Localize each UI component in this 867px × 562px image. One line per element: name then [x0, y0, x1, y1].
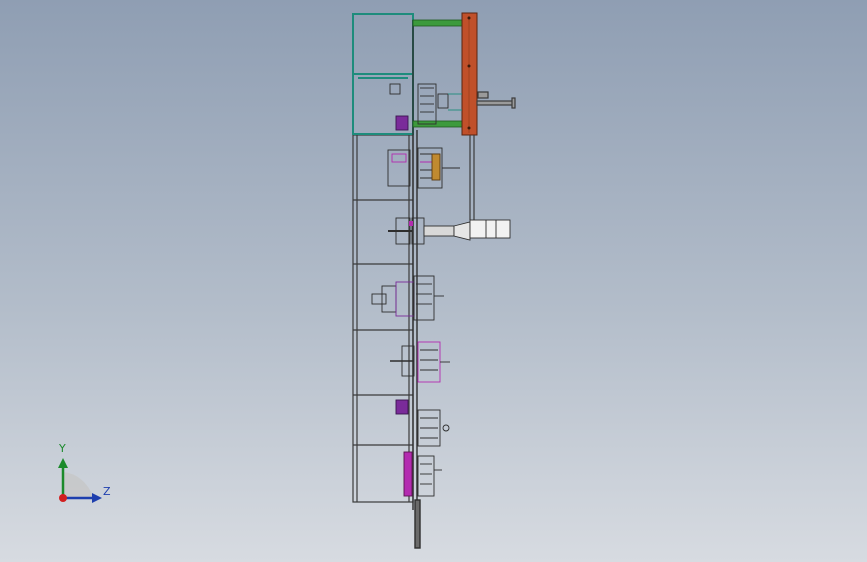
assembly-model[interactable]: [0, 0, 867, 562]
station-2: [388, 217, 511, 245]
station-1: [387, 147, 460, 189]
station-6: [403, 451, 442, 497]
z-arrow-icon: [92, 493, 102, 503]
main-frame: [352, 134, 414, 503]
orientation-triad: [58, 458, 102, 503]
green-cross-bars: [412, 19, 464, 128]
station-5: [395, 399, 450, 447]
station-3: [371, 275, 444, 321]
triad-plane: [63, 472, 94, 498]
station-4: [390, 341, 450, 383]
orange-plate: [461, 12, 478, 136]
origin-icon: [59, 494, 67, 502]
z-axis-label: Z: [103, 485, 111, 498]
y-arrow-icon: [58, 458, 68, 468]
cad-viewport[interactable]: Y Z: [0, 0, 867, 562]
y-axis-label: Y: [59, 442, 66, 455]
